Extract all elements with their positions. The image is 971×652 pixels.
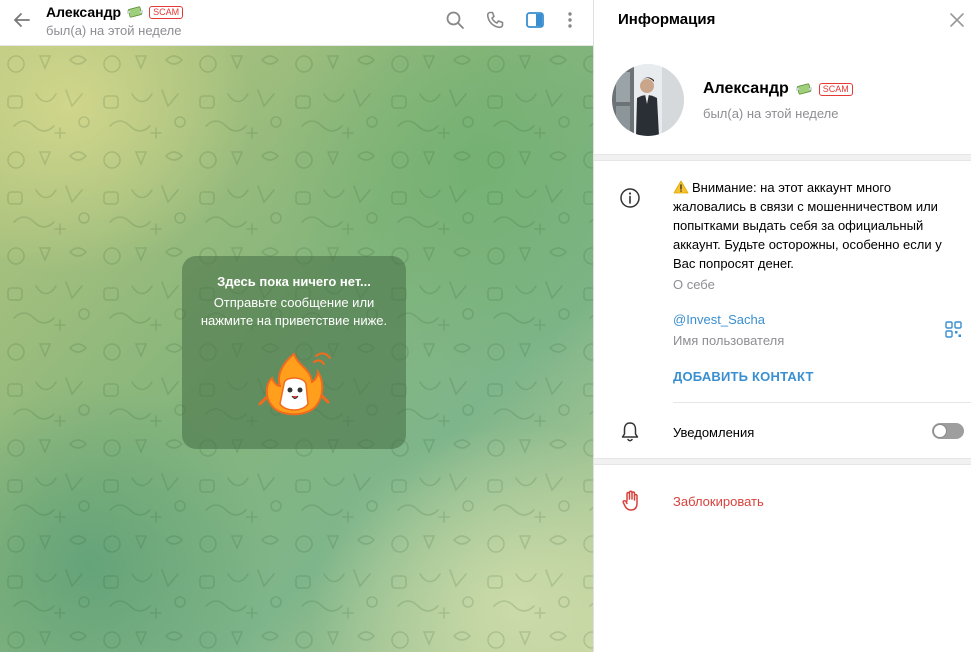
toggle-knob [933, 424, 947, 438]
close-icon [950, 13, 964, 27]
call-button[interactable] [484, 9, 506, 31]
about-label: О себе [673, 277, 715, 292]
search-button[interactable] [444, 9, 466, 31]
qr-code-icon[interactable] [945, 321, 962, 338]
money-with-wings-icon [795, 83, 812, 95]
scam-warning: Внимание: на этот аккаунт много жаловали… [673, 178, 958, 273]
chat-header: Александр SCAM был(а) на этой неделе [0, 0, 593, 46]
scam-warning-text: Внимание: на этот аккаунт много жаловали… [673, 180, 942, 271]
more-vertical-icon [568, 12, 572, 28]
section-separator [594, 154, 971, 161]
avatar-photo [612, 64, 684, 136]
empty-chat-placeholder: Здесь пока ничего нет... Отправьте сообщ… [182, 256, 406, 449]
search-icon [446, 11, 464, 29]
empty-chat-title: Здесь пока ничего нет... [217, 274, 371, 289]
add-contact-button[interactable]: ДОБАВИТЬ КОНТАКТ [673, 369, 814, 384]
block-hand-icon [622, 490, 638, 511]
scam-badge: SCAM [818, 82, 853, 96]
peer-title[interactable]: Александр SCAM [46, 3, 184, 21]
close-info-button[interactable] [946, 9, 968, 31]
profile-status: был(а) на этой неделе [703, 106, 839, 121]
info-panel-title: Информация [618, 11, 716, 28]
divider [673, 402, 971, 403]
bell-icon [621, 422, 639, 442]
block-user-button[interactable]: Заблокировать [673, 494, 764, 509]
username-link[interactable]: @Invest_Sacha [673, 312, 765, 327]
empty-chat-text: Отправьте сообщение или нажмите на приве… [200, 295, 388, 328]
profile-name: Александр [703, 80, 789, 97]
info-panel: Информация Александр SCAM был(а) на этой… [594, 0, 971, 652]
more-menu-button[interactable] [559, 9, 581, 31]
back-arrow-icon [14, 13, 30, 27]
username-label: Имя пользователя [673, 333, 785, 348]
notifications-label: Уведомления [673, 425, 755, 440]
peer-name: Александр [46, 4, 122, 20]
toggle-info-panel-button[interactable] [524, 9, 546, 31]
info-icon [620, 188, 640, 208]
scam-badge: SCAM [149, 5, 184, 19]
chat-background: Здесь пока ничего нет... Отправьте сообщ… [0, 46, 593, 652]
profile-title: Александр SCAM [703, 80, 853, 98]
sidebar-toggle-icon [526, 12, 544, 28]
chat-area: Александр SCAM был(а) на этой неделе Зде… [0, 0, 593, 652]
warning-icon [673, 180, 689, 194]
phone-icon [486, 11, 504, 29]
section-separator [594, 458, 971, 465]
money-with-wings-icon [127, 6, 144, 18]
notifications-toggle[interactable] [932, 423, 964, 439]
avatar[interactable] [612, 64, 684, 136]
back-button[interactable] [8, 6, 36, 34]
peer-status: был(а) на этой неделе [46, 23, 182, 38]
greeting-sticker[interactable] [254, 346, 334, 426]
